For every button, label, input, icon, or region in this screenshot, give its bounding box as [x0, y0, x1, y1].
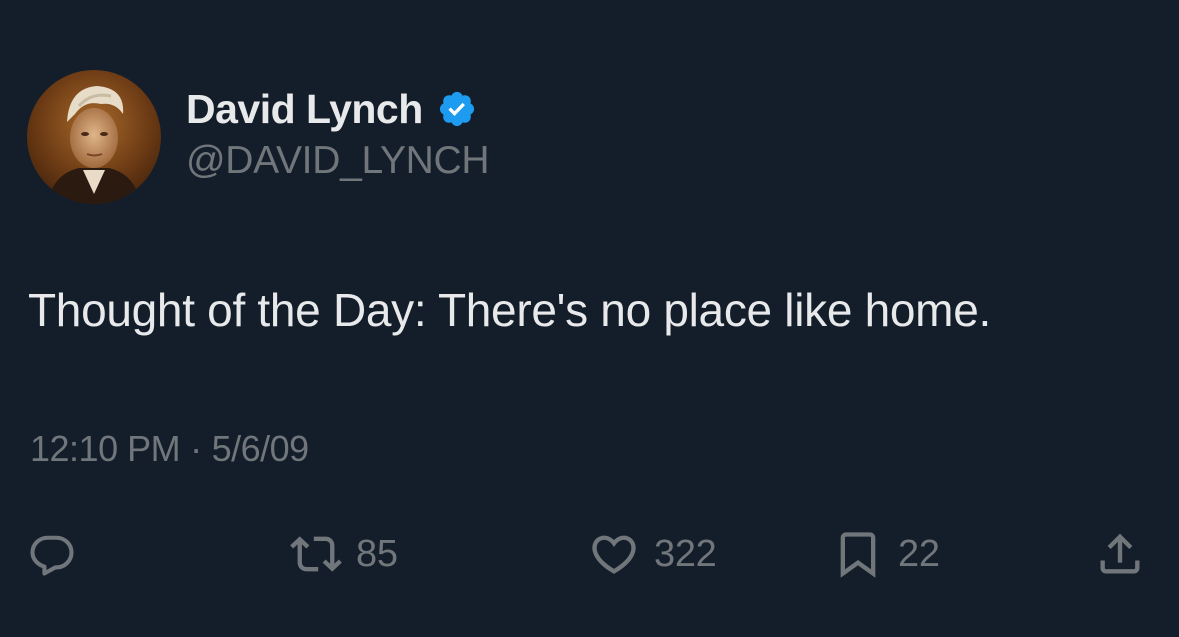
share-icon — [1100, 533, 1140, 574]
bookmark-count: 22 — [898, 532, 940, 575]
like-count: 322 — [654, 532, 717, 575]
timestamp-separator: · — [190, 428, 202, 469]
heart-icon — [592, 535, 636, 574]
avatar-photo — [27, 70, 161, 204]
retweet-button[interactable]: 85 — [290, 527, 398, 581]
reply-icon — [30, 535, 74, 576]
tweet-timestamp[interactable]: 12:10 PM · 5/6/09 — [30, 428, 309, 470]
avatar[interactable] — [27, 70, 161, 204]
bookmark-button[interactable]: 22 — [832, 527, 940, 581]
like-button[interactable]: 322 — [588, 527, 717, 581]
author-handle[interactable]: @DAVID_LYNCH — [186, 139, 490, 183]
bookmark-icon — [840, 532, 876, 578]
retweet-count: 85 — [356, 532, 398, 575]
share-button[interactable] — [1094, 527, 1146, 581]
tweet-time: 12:10 PM — [30, 428, 181, 469]
reply-button[interactable] — [26, 527, 78, 581]
tweet-date: 5/6/09 — [211, 428, 310, 469]
author-name-row: David Lynch — [186, 84, 477, 134]
verified-badge-icon[interactable] — [437, 89, 477, 129]
retweet-icon — [290, 536, 342, 572]
tweet-text: Thought of the Day: There's no place lik… — [28, 284, 991, 336]
author-display-name[interactable]: David Lynch — [186, 86, 423, 133]
